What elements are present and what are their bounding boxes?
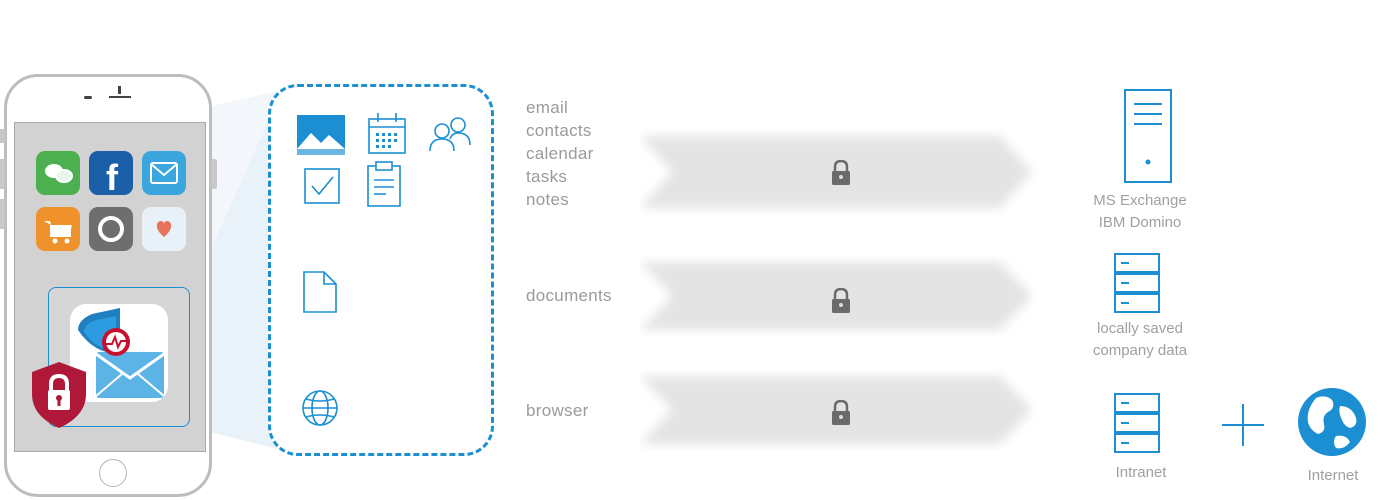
exchange-label: MS Exchange IBM Domino bbox=[1070, 190, 1210, 234]
earth-globe-icon bbox=[1296, 386, 1368, 463]
label-email: email bbox=[526, 98, 569, 117]
circle-icon[interactable] bbox=[89, 207, 133, 251]
row1-labels: email contacts calendar tasks notes bbox=[526, 96, 594, 211]
power-button bbox=[211, 159, 217, 189]
padlock-shield-icon bbox=[30, 360, 88, 430]
label-contacts: contacts bbox=[526, 121, 592, 140]
exchange-line1: MS Exchange bbox=[1093, 192, 1187, 209]
calendar-icon bbox=[367, 111, 407, 160]
document-icon bbox=[302, 270, 338, 319]
label-notes: notes bbox=[526, 190, 570, 209]
label-documents: documents bbox=[526, 286, 612, 305]
mail-icon[interactable] bbox=[142, 151, 186, 195]
local-label: locally saved company data bbox=[1070, 318, 1210, 362]
local-line2: company data bbox=[1092, 342, 1188, 359]
home-button[interactable] bbox=[99, 459, 127, 487]
chat-icon[interactable] bbox=[36, 151, 80, 195]
exchange-line2: IBM Domino bbox=[1098, 214, 1182, 231]
cart-icon[interactable] bbox=[36, 207, 80, 251]
heart-icon[interactable] bbox=[142, 207, 186, 251]
lock-icon bbox=[831, 399, 851, 431]
label-calendar: calendar bbox=[526, 144, 594, 163]
label-browser: browser bbox=[526, 401, 589, 420]
contacts-icon bbox=[428, 115, 472, 160]
speaker bbox=[84, 96, 92, 99]
image-icon bbox=[297, 115, 345, 160]
svg-text:f: f bbox=[106, 157, 119, 195]
notes-icon bbox=[364, 160, 404, 215]
lock-icon bbox=[831, 159, 851, 191]
globe-icon bbox=[300, 388, 340, 433]
earpiece bbox=[109, 96, 131, 98]
tasks-icon bbox=[303, 167, 343, 212]
intranet-label: Intranet bbox=[1115, 464, 1167, 481]
volume-down-button bbox=[0, 199, 5, 229]
local-line1: locally saved bbox=[1097, 320, 1183, 337]
mute-switch bbox=[0, 129, 5, 143]
internet-label: Internet bbox=[1307, 467, 1359, 484]
volume-up-button bbox=[0, 159, 5, 189]
server-rack-icon bbox=[1113, 392, 1161, 459]
facebook-icon[interactable]: f bbox=[89, 151, 133, 198]
plus-sign bbox=[1218, 400, 1268, 450]
server-rack-icon bbox=[1113, 252, 1161, 319]
front-camera bbox=[118, 86, 121, 94]
lock-icon bbox=[831, 287, 851, 319]
label-tasks: tasks bbox=[526, 167, 568, 186]
server-icon bbox=[1122, 88, 1174, 189]
